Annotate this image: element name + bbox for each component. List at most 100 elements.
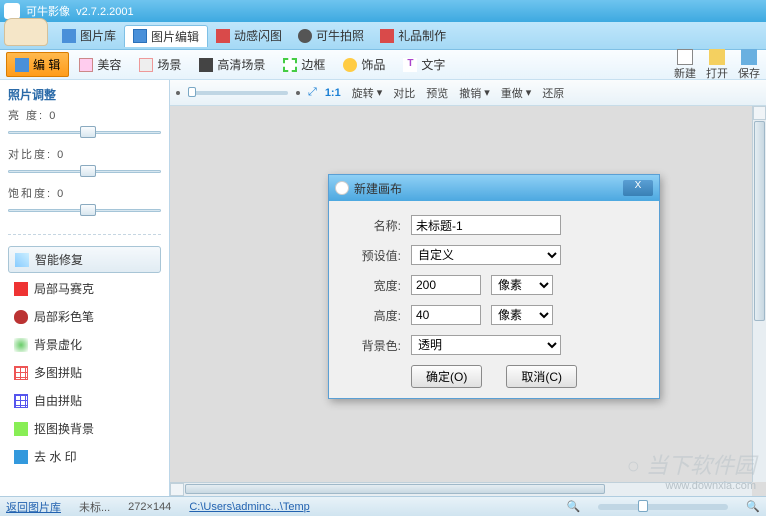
status-path-link[interactable]: C:\Users\adminc...\Temp <box>189 501 309 513</box>
grid-icon <box>14 366 28 380</box>
dialog-close-button[interactable]: X <box>623 180 653 196</box>
preset-select[interactable]: 自定义 <box>411 245 561 265</box>
saturation-label: 饱和度: 0 <box>8 185 161 201</box>
subtab-scene[interactable]: 场景 <box>131 53 189 76</box>
app-logo-icon <box>4 3 20 19</box>
horizontal-scrollbar[interactable] <box>170 482 752 496</box>
tab-flash[interactable]: 动感闪图 <box>208 25 290 46</box>
edit-icon <box>133 29 147 43</box>
dialog-titlebar[interactable]: 新建画布 X <box>329 175 659 201</box>
grid2-icon <box>14 394 28 408</box>
status-zoom-out-icon[interactable]: 🔍 <box>567 500 581 513</box>
new-button[interactable]: 新建 <box>674 49 696 81</box>
height-label: 高度: <box>345 307 401 324</box>
flash-icon <box>216 29 230 43</box>
wand-icon <box>15 253 29 267</box>
tab-gift[interactable]: 礼品制作 <box>372 25 454 46</box>
open-button[interactable]: 打开 <box>706 49 728 81</box>
subtab-hd[interactable]: 高清场景 <box>191 53 273 76</box>
border-icon <box>283 58 297 72</box>
decor-icon <box>343 58 357 72</box>
subtab-decor[interactable]: 饰品 <box>335 53 393 76</box>
open-icon <box>709 49 725 65</box>
brightness-slider[interactable] <box>8 124 161 140</box>
tool-mosaic[interactable]: 局部马赛克 <box>8 276 161 301</box>
bgcolor-label: 背景色: <box>345 337 401 354</box>
left-panel: 照片调整 亮 度: 0 对比度: 0 饱和度: 0 智能修复 局部马赛克 局部彩… <box>0 80 170 496</box>
adjust-header: 照片调整 <box>8 86 161 103</box>
canvas-toolbar: ⤢ 1:1 旋转▾ 对比 预览 撤销▾ 重做▾ 还原 <box>170 80 766 106</box>
tool-collage[interactable]: 多图拼贴 <box>8 360 161 385</box>
edit-sub-icon <box>15 58 29 72</box>
tool-brush[interactable]: 局部彩色笔 <box>8 304 161 329</box>
gift-icon <box>380 29 394 43</box>
status-bar: 返回图片库 未标... 272×144 C:\Users\adminc...\T… <box>0 496 766 516</box>
heart-icon <box>14 282 28 296</box>
preset-label: 预设值: <box>345 247 401 264</box>
dialog-title: 新建画布 <box>354 180 402 197</box>
zoom-out-icon[interactable] <box>176 91 180 95</box>
preview-button[interactable]: 预览 <box>423 85 448 101</box>
subtab-border[interactable]: 边框 <box>275 53 333 76</box>
app-title: 可牛影像 v2.7.2.2001 <box>26 3 134 19</box>
rotate-button[interactable]: 旋转▾ <box>349 85 383 101</box>
saturation-slider[interactable] <box>8 202 161 218</box>
zoom-fit-icon[interactable]: ⤢ <box>308 86 317 99</box>
redo-button[interactable]: 重做▾ <box>498 85 532 101</box>
watermark-icon <box>14 450 28 464</box>
tool-watermark[interactable]: 去 水 印 <box>8 444 161 469</box>
tool-blur[interactable]: 背景虚化 <box>8 332 161 357</box>
beauty-icon <box>79 58 93 72</box>
ok-button[interactable]: 确定(O) <box>411 365 482 388</box>
scene-icon <box>139 58 153 72</box>
zoom-slider[interactable] <box>188 91 288 95</box>
width-input[interactable] <box>411 275 481 295</box>
tool-freecollage[interactable]: 自由拼贴 <box>8 388 161 413</box>
sub-toolbar: 编 辑 美容 场景 高清场景 边框 饰品 T文字 新建 打开 保存 <box>0 50 766 80</box>
library-icon <box>62 29 76 43</box>
apple-icon <box>14 310 28 324</box>
subtab-beauty[interactable]: 美容 <box>71 53 129 76</box>
new-canvas-dialog: 新建画布 X 名称: 预设值: 自定义 宽度: 像素 高度: 像素 背景色: 透… <box>328 174 660 399</box>
contrast-slider[interactable] <box>8 163 161 179</box>
tab-camera[interactable]: 可牛拍照 <box>290 25 372 46</box>
height-unit-select[interactable]: 像素 <box>491 305 553 325</box>
contrast-label: 对比度: 0 <box>8 146 161 162</box>
width-label: 宽度: <box>345 277 401 294</box>
zoom-in-icon[interactable] <box>296 91 300 95</box>
height-input[interactable] <box>411 305 481 325</box>
mascot-icon <box>4 18 48 46</box>
name-label: 名称: <box>345 217 401 234</box>
width-unit-select[interactable]: 像素 <box>491 275 553 295</box>
tool-smartfix[interactable]: 智能修复 <box>8 246 161 273</box>
subtab-edit[interactable]: 编 辑 <box>6 52 69 77</box>
title-bar: 可牛影像 v2.7.2.2001 <box>0 0 766 22</box>
brightness-label: 亮 度: 0 <box>8 107 161 123</box>
dialog-icon <box>335 181 349 195</box>
status-back-link[interactable]: 返回图片库 <box>6 499 61 515</box>
cutout-icon <box>14 422 28 436</box>
zoom-ratio[interactable]: 1:1 <box>325 87 341 99</box>
hd-icon <box>199 58 213 72</box>
undo-button[interactable]: 撤销▾ <box>456 85 490 101</box>
subtab-text[interactable]: T文字 <box>395 53 453 76</box>
name-input[interactable] <box>411 215 561 235</box>
status-filename: 未标... <box>79 499 110 515</box>
save-icon <box>741 49 757 65</box>
save-button[interactable]: 保存 <box>738 49 760 81</box>
tool-cutout[interactable]: 抠图换背景 <box>8 416 161 441</box>
vertical-scrollbar[interactable] <box>752 106 766 482</box>
restore-button[interactable]: 还原 <box>539 85 564 101</box>
main-tab-bar: 图片库 图片编辑 动感闪图 可牛拍照 礼品制作 <box>0 22 766 50</box>
tab-edit[interactable]: 图片编辑 <box>124 25 208 47</box>
tab-library[interactable]: 图片库 <box>54 25 124 46</box>
new-icon <box>677 49 693 65</box>
status-zoom-in-icon[interactable]: 🔍 <box>746 500 760 513</box>
bgcolor-select[interactable]: 透明 <box>411 335 561 355</box>
camera-icon <box>298 29 312 43</box>
text-icon: T <box>403 58 417 72</box>
cancel-button[interactable]: 取消(C) <box>506 365 577 388</box>
status-zoom-slider[interactable] <box>598 504 728 510</box>
blur-icon <box>14 338 28 352</box>
compare-button[interactable]: 对比 <box>390 85 415 101</box>
